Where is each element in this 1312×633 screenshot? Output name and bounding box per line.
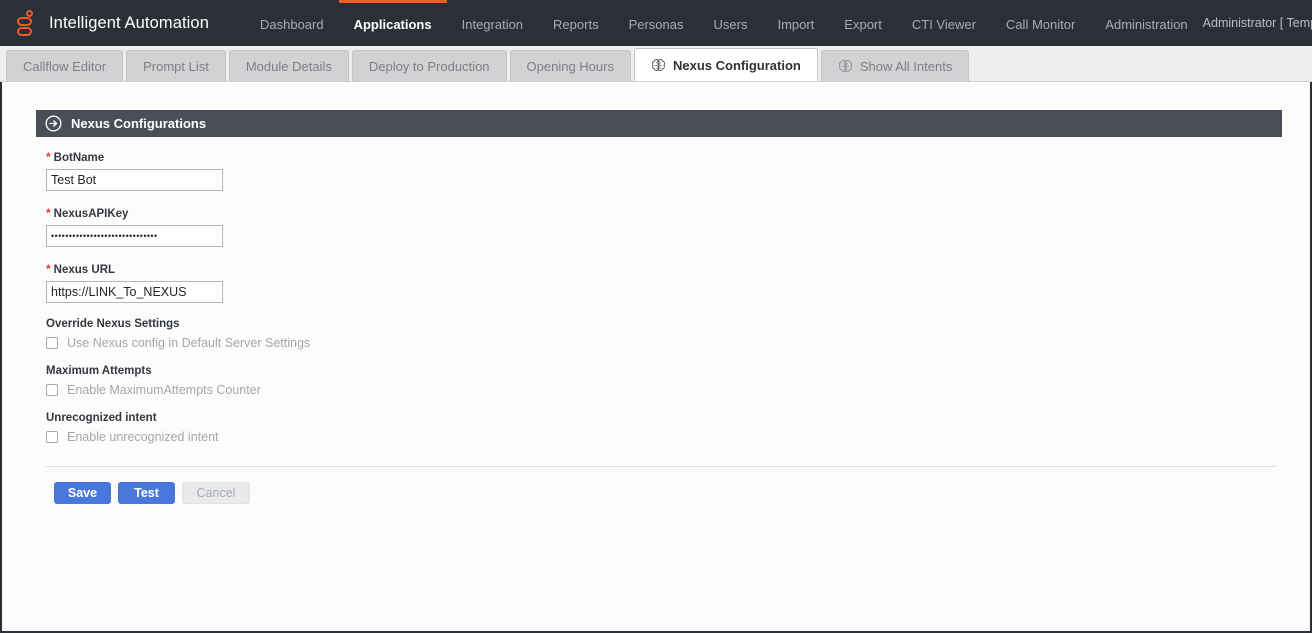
field-botname: * BotName xyxy=(46,150,1276,191)
field-botname-label: * BotName xyxy=(46,150,1276,164)
nexusapikey-input[interactable] xyxy=(46,225,223,247)
brain-icon xyxy=(651,58,666,71)
arrow-right-circle-icon xyxy=(45,115,62,132)
tab-nexus-configuration[interactable]: Nexus Configuration xyxy=(633,48,818,81)
section-override-nexus-settings: Override Nexus Settings Use Nexus config… xyxy=(46,318,1276,350)
nav-item-users[interactable]: Users xyxy=(699,0,763,46)
tab-label: Opening Hours xyxy=(526,58,614,74)
field-nexusapikey-label: * NexusAPIKey xyxy=(46,206,1276,220)
panel-header: Nexus Configurations xyxy=(36,110,1282,137)
nav-item-personas[interactable]: Personas xyxy=(614,0,699,46)
enable-unrecognized-intent-checkbox[interactable] xyxy=(46,431,58,443)
user-menu-area: Administrator [ Templates ] ▾ ? xyxy=(1203,0,1312,46)
brand-title: Intelligent Automation xyxy=(49,13,209,32)
required-marker: * xyxy=(46,150,51,164)
section-title: Override Nexus Settings xyxy=(46,318,180,330)
tab-label: Deploy to Production xyxy=(368,58,490,74)
tab-label: Nexus Configuration xyxy=(672,57,801,73)
enable-maximumattempts-label[interactable]: Enable MaximumAttempts Counter xyxy=(67,383,261,397)
tab-show-all-intents[interactable]: Show All Intents xyxy=(820,50,970,81)
nav-item-reports[interactable]: Reports xyxy=(538,0,614,46)
nav-item-applications[interactable]: Applications xyxy=(338,0,447,46)
user-account-label: Administrator [ Templates ] xyxy=(1202,16,1312,30)
nav-item-export[interactable]: Export xyxy=(829,0,897,46)
nav-item-cti-viewer[interactable]: CTI Viewer xyxy=(897,0,991,46)
checkbox-row-enable-maximumattempts[interactable]: Enable MaximumAttempts Counter xyxy=(46,383,1276,397)
enable-unrecognized-intent-label[interactable]: Enable unrecognized intent xyxy=(67,430,219,444)
required-marker: * xyxy=(46,262,51,276)
tab-module-details[interactable]: Module Details xyxy=(228,50,349,81)
cancel-button[interactable]: Cancel xyxy=(182,482,250,504)
page-content-frame: Nexus Configurations *BotName *NexusAPIK… xyxy=(0,82,1312,633)
use-nexus-config-label[interactable]: Use Nexus config in Default Server Setti… xyxy=(67,336,310,350)
form-divider xyxy=(46,466,1276,467)
save-button[interactable]: Save xyxy=(54,482,111,504)
nav-item-dashboard[interactable]: Dashboard xyxy=(245,0,339,46)
field-nexus-url-label: * Nexus URL xyxy=(46,262,1276,276)
application-tab-strip: Callflow Editor Prompt List Module Detai… xyxy=(0,46,1312,82)
tab-label: Show All Intents xyxy=(859,58,953,74)
tab-label: Prompt List xyxy=(143,58,209,74)
nexus-url-input[interactable] xyxy=(46,281,223,303)
field-nexusapikey: * NexusAPIKey xyxy=(46,206,1276,247)
use-nexus-config-checkbox[interactable] xyxy=(46,337,58,349)
tab-callflow-editor[interactable]: Callflow Editor xyxy=(6,50,124,81)
nexus-configuration-form: *BotName *NexusAPIKey *Nexus URL Overrid… xyxy=(46,150,1276,459)
nav-item-administration[interactable]: Administration xyxy=(1090,0,1202,46)
section-unrecognized-intent: Unrecognized intent Enable unrecognized … xyxy=(46,412,1276,444)
tab-label: Module Details xyxy=(245,58,332,74)
checkbox-row-use-nexus-config[interactable]: Use Nexus config in Default Server Setti… xyxy=(46,336,1276,350)
enable-maximumattempts-checkbox[interactable] xyxy=(46,384,58,396)
nav-item-import[interactable]: Import xyxy=(762,0,829,46)
top-navigation-bar: Intelligent Automation Dashboard Applica… xyxy=(0,0,1312,46)
tab-opening-hours[interactable]: Opening Hours xyxy=(509,50,631,81)
tab-deploy-to-production[interactable]: Deploy to Production xyxy=(351,50,507,81)
test-button[interactable]: Test xyxy=(118,482,175,504)
logo-mark-icon xyxy=(14,10,38,36)
main-nav: Dashboard Applications Integration Repor… xyxy=(245,0,1203,46)
botname-input[interactable] xyxy=(46,169,223,191)
brain-icon xyxy=(838,59,852,72)
nav-item-integration[interactable]: Integration xyxy=(447,0,538,46)
label-text: BotName xyxy=(53,152,105,164)
form-action-buttons: Save Test Cancel xyxy=(54,482,250,504)
section-maximum-attempts: Maximum Attempts Enable MaximumAttempts … xyxy=(46,365,1276,397)
section-title: Unrecognized intent xyxy=(46,412,157,424)
brand-area: Intelligent Automation xyxy=(0,0,219,46)
panel-title: Nexus Configurations xyxy=(71,116,207,131)
label-text: Nexus URL xyxy=(53,264,116,276)
nav-item-call-monitor[interactable]: Call Monitor xyxy=(991,0,1090,46)
field-nexus-url: * Nexus URL xyxy=(46,262,1276,303)
checkbox-row-enable-unrecognized-intent[interactable]: Enable unrecognized intent xyxy=(46,430,1276,444)
tab-prompt-list[interactable]: Prompt List xyxy=(126,50,226,81)
tab-label: Callflow Editor xyxy=(23,58,107,74)
label-text: NexusAPIKey xyxy=(53,208,129,220)
required-marker: * xyxy=(46,206,51,220)
section-title: Maximum Attempts xyxy=(46,365,152,377)
